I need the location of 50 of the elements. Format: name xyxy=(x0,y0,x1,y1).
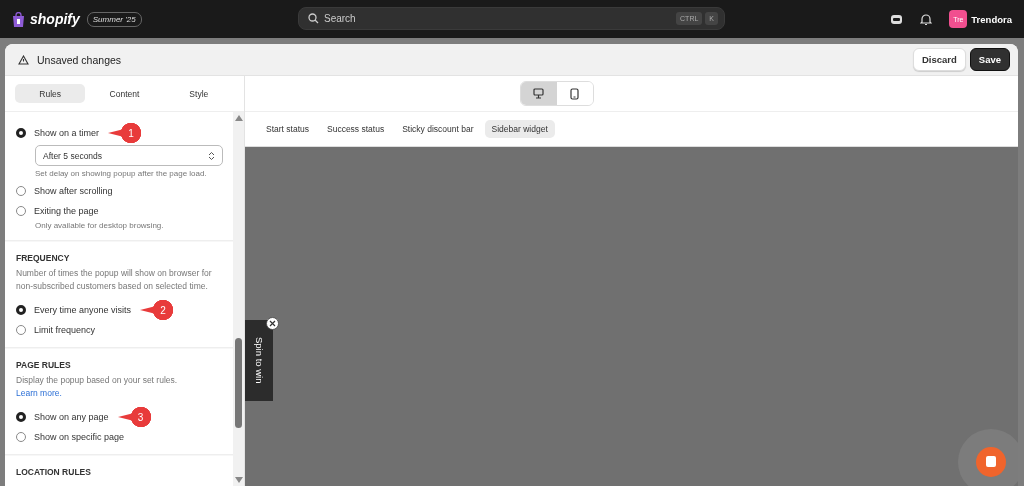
search-input[interactable]: Search xyxy=(324,13,672,24)
radio-button[interactable] xyxy=(16,128,26,138)
monitor-icon xyxy=(533,88,544,99)
option-hint: Set delay on showing popup after the page load. xyxy=(35,169,208,178)
option-label[interactable]: Show on a timer xyxy=(34,128,100,138)
save-button[interactable]: Save xyxy=(969,48,1010,71)
scrollbar-thumb[interactable] xyxy=(235,338,242,428)
option-label[interactable]: Show after scrolling xyxy=(34,186,113,196)
store-name[interactable]: Trendora xyxy=(971,13,1012,25)
option-label[interactable]: Show on any page xyxy=(34,412,109,422)
shopping-bag-icon xyxy=(12,11,25,27)
brand-name[interactable]: shopify xyxy=(30,11,80,27)
option-label[interactable]: Show on specific page xyxy=(34,432,125,442)
section-title: FREQUENCY xyxy=(16,253,71,263)
preview-tab[interactable]: Sidebar widget xyxy=(484,120,555,138)
delay-select[interactable]: After 5 seconds xyxy=(35,145,223,166)
chevron-updown-icon xyxy=(208,150,215,161)
phone-icon xyxy=(570,87,579,100)
section-title: LOCATION RULES xyxy=(16,467,92,477)
callout-marker: 2 xyxy=(140,300,175,320)
panel-tab[interactable]: Content xyxy=(89,84,160,103)
preview-tab[interactable]: Success status xyxy=(320,120,392,138)
radio-button[interactable] xyxy=(16,305,26,315)
section-description: Display the popup based on your set rules. Learn more. xyxy=(16,374,179,400)
preview-tab[interactable]: Start status xyxy=(259,120,316,138)
discard-button[interactable]: Discard xyxy=(912,48,966,71)
desktop-view-button[interactable] xyxy=(520,82,557,105)
section-description: Number of times the popup will show on browser for non-subscribed customers based on selected time. xyxy=(16,267,213,293)
search-icon xyxy=(308,13,319,24)
radio-button[interactable] xyxy=(16,412,26,422)
bell-icon[interactable] xyxy=(920,12,933,26)
option-label[interactable]: Limit frequency xyxy=(34,325,96,335)
panel-tab[interactable]: Style xyxy=(163,84,234,103)
modal-title: Unsaved changes xyxy=(37,53,122,66)
floating-chat-button[interactable] xyxy=(958,429,1018,486)
section-title: PAGE RULES xyxy=(16,360,72,370)
spin-to-win-tab[interactable]: Spin to win xyxy=(245,320,273,401)
callout-marker: 1 xyxy=(108,123,143,143)
preview-tab[interactable]: Sticky discount bar xyxy=(395,120,481,138)
edition-badge: Summer '25 xyxy=(86,11,142,27)
option-hint: Only available for desktop browsing. xyxy=(35,221,165,230)
close-icon[interactable] xyxy=(266,317,279,330)
learn-more-link[interactable]: Learn more. xyxy=(16,388,62,398)
option-label[interactable]: Every time anyone visits xyxy=(34,305,132,315)
warning-icon xyxy=(18,54,29,65)
scroll-up-icon[interactable] xyxy=(234,115,243,121)
panel-tab[interactable]: Rules xyxy=(15,84,86,103)
scroll-down-icon[interactable] xyxy=(234,477,243,483)
option-label[interactable]: Exiting the page xyxy=(34,206,99,216)
callout-marker: 3 xyxy=(117,407,152,427)
